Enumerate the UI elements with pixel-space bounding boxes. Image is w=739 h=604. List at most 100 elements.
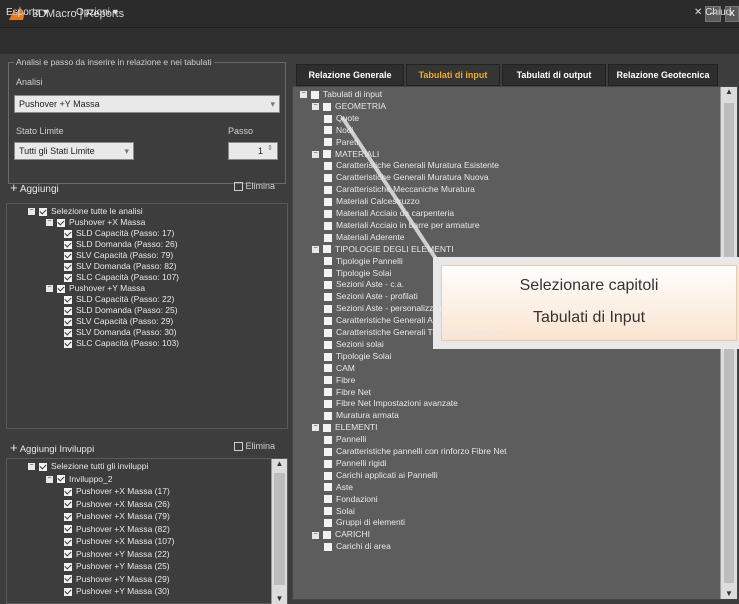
tree-row[interactable]: Fibre Net — [324, 387, 371, 398]
tree-row[interactable]: − Inviluppo_2 — [46, 474, 112, 485]
checkbox[interactable] — [64, 262, 72, 271]
tree-row[interactable]: SLC Capacità (Passo: 103) — [64, 338, 179, 349]
tree-row[interactable]: SLV Capacità (Passo: 29) — [64, 316, 173, 327]
tree-row[interactable]: Pannelli — [324, 434, 366, 445]
tab-2[interactable]: Tabulati di output — [502, 64, 606, 86]
checkbox[interactable] — [324, 352, 332, 361]
checkbox[interactable] — [324, 162, 332, 171]
checkbox[interactable] — [64, 295, 72, 304]
tree-row[interactable]: Sezioni Aste - personalizzate — [324, 303, 445, 314]
checkbox[interactable] — [324, 269, 332, 278]
tree-row[interactable]: Pushover +Y Massa (25) — [64, 561, 170, 572]
checkbox[interactable] — [39, 207, 47, 216]
collapse-icon[interactable]: − — [312, 102, 319, 111]
tree-row[interactable]: Pushover +X Massa (26) — [64, 499, 170, 510]
tree-row[interactable]: Pushover +Y Massa (29) — [64, 574, 170, 585]
checkbox[interactable] — [323, 245, 331, 254]
tree-row[interactable]: Solai — [324, 506, 355, 517]
collapse-icon[interactable]: − — [312, 423, 319, 432]
tree-row[interactable]: − Pushover +X Massa — [46, 217, 145, 228]
checkbox[interactable] — [324, 114, 332, 123]
tree-row[interactable]: − MATERIALI — [312, 149, 379, 160]
tree-row[interactable]: − GEOMETRIA — [312, 101, 386, 112]
checkbox[interactable] — [64, 487, 72, 496]
checkbox[interactable] — [324, 185, 332, 194]
checkbox[interactable] — [323, 102, 331, 111]
checkbox[interactable] — [324, 435, 332, 444]
tree-row[interactable]: SLV Domanda (Passo: 30) — [64, 327, 176, 338]
tree-row[interactable]: Sezioni Aste - c.a. — [324, 279, 404, 290]
checkbox[interactable] — [324, 257, 332, 266]
checkbox[interactable] — [64, 339, 72, 348]
checkbox[interactable] — [324, 542, 332, 551]
checkbox[interactable] — [57, 284, 65, 293]
collapse-icon[interactable]: − — [28, 207, 35, 216]
tree-row[interactable]: − Pushover +Y Massa — [46, 283, 145, 294]
checkbox[interactable] — [324, 519, 332, 528]
checkbox[interactable] — [57, 475, 65, 484]
tree-row[interactable]: Fibre — [324, 375, 355, 386]
tree-row[interactable]: Caratteristiche Generali Tipologie Fonda… — [324, 327, 506, 338]
checkbox[interactable] — [64, 328, 72, 337]
checkbox[interactable] — [324, 316, 332, 325]
tree-row[interactable]: SLD Domanda (Passo: 26) — [64, 239, 178, 250]
checkbox[interactable] — [64, 306, 72, 315]
tree-row[interactable]: Caratteristiche pannelli con rinforzo Fi… — [324, 446, 507, 457]
tree-row[interactable]: Materiali Calcestruzzo — [324, 196, 420, 207]
checkbox[interactable] — [324, 364, 332, 373]
tree-row[interactable]: Tipologie Pannelli — [324, 256, 403, 267]
checkbox[interactable] — [324, 388, 332, 397]
tree-row[interactable]: Tipologie Solai — [324, 351, 391, 362]
checkbox[interactable] — [57, 218, 65, 227]
tree-row[interactable]: Muratura armata — [324, 410, 399, 421]
checkbox[interactable] — [64, 575, 72, 584]
collapse-icon[interactable]: − — [312, 150, 319, 158]
checkbox[interactable] — [311, 90, 319, 99]
tree-row[interactable]: Pushover +Y Massa (22) — [64, 549, 170, 560]
tree-row[interactable]: − Selezione tutte le analisi — [28, 206, 143, 217]
checkbox[interactable] — [324, 471, 332, 480]
checkbox[interactable] — [64, 229, 72, 238]
checkbox[interactable] — [64, 500, 72, 509]
checkbox[interactable] — [39, 462, 47, 471]
tree-row[interactable]: Caratteristiche Generali Muratura Esiste… — [324, 160, 499, 171]
checkbox[interactable] — [324, 293, 332, 302]
tree-row[interactable]: SLV Domanda (Passo: 82) — [64, 261, 176, 272]
checkbox[interactable] — [64, 317, 72, 326]
collapse-icon[interactable]: − — [46, 218, 53, 227]
tree-row[interactable]: Aste — [324, 482, 353, 493]
collapse-icon[interactable]: − — [312, 531, 319, 539]
tree-row[interactable]: − CARICHI — [312, 529, 370, 540]
tree-row[interactable]: Tipologie Solai — [324, 268, 391, 279]
tree-row[interactable]: Sezioni Aste - profilati — [324, 291, 418, 302]
tree-row[interactable]: Materiali Acciaio in barre per armature — [324, 220, 480, 231]
tree-row[interactable]: Sezioni solai — [324, 339, 384, 350]
tree-row[interactable]: Caratteristiche Meccaniche Muratura — [324, 184, 475, 195]
checkbox[interactable] — [324, 507, 332, 516]
checkbox[interactable] — [324, 138, 332, 147]
tree-row[interactable]: Nodi — [324, 125, 353, 136]
checkbox[interactable] — [324, 412, 332, 421]
checkbox[interactable] — [64, 251, 72, 260]
tree-row[interactable]: − TIPOLOGIE DEGLI ELEMENTI — [312, 244, 454, 255]
tree-row[interactable]: Pushover +X Massa (17) — [64, 486, 170, 497]
tree-row[interactable]: SLD Capacità (Passo: 22) — [64, 294, 174, 305]
tree-row[interactable]: CAM — [324, 363, 355, 374]
checkbox[interactable] — [64, 550, 72, 559]
tree-row[interactable]: SLD Domanda (Passo: 25) — [64, 305, 178, 316]
checkbox[interactable] — [64, 512, 72, 521]
tree-row[interactable]: Materiali Aderente — [324, 232, 405, 243]
checkbox[interactable] — [324, 174, 332, 183]
checkbox[interactable] — [324, 197, 332, 206]
checkbox[interactable] — [324, 340, 332, 349]
checkbox[interactable] — [324, 281, 332, 290]
tree-row[interactable]: Carichi di area — [324, 541, 391, 552]
checkbox[interactable] — [324, 459, 332, 468]
tree-row[interactable]: Gruppi di elementi — [324, 517, 405, 528]
checkbox[interactable] — [64, 587, 72, 596]
checkbox[interactable] — [64, 525, 72, 534]
collapse-icon[interactable]: − — [28, 462, 35, 471]
collapse-icon[interactable]: − — [46, 475, 53, 483]
tab-0[interactable]: Relazione Generale — [296, 64, 404, 86]
tree-row[interactable]: Materiali Acciaio da carpenteria — [324, 208, 454, 219]
